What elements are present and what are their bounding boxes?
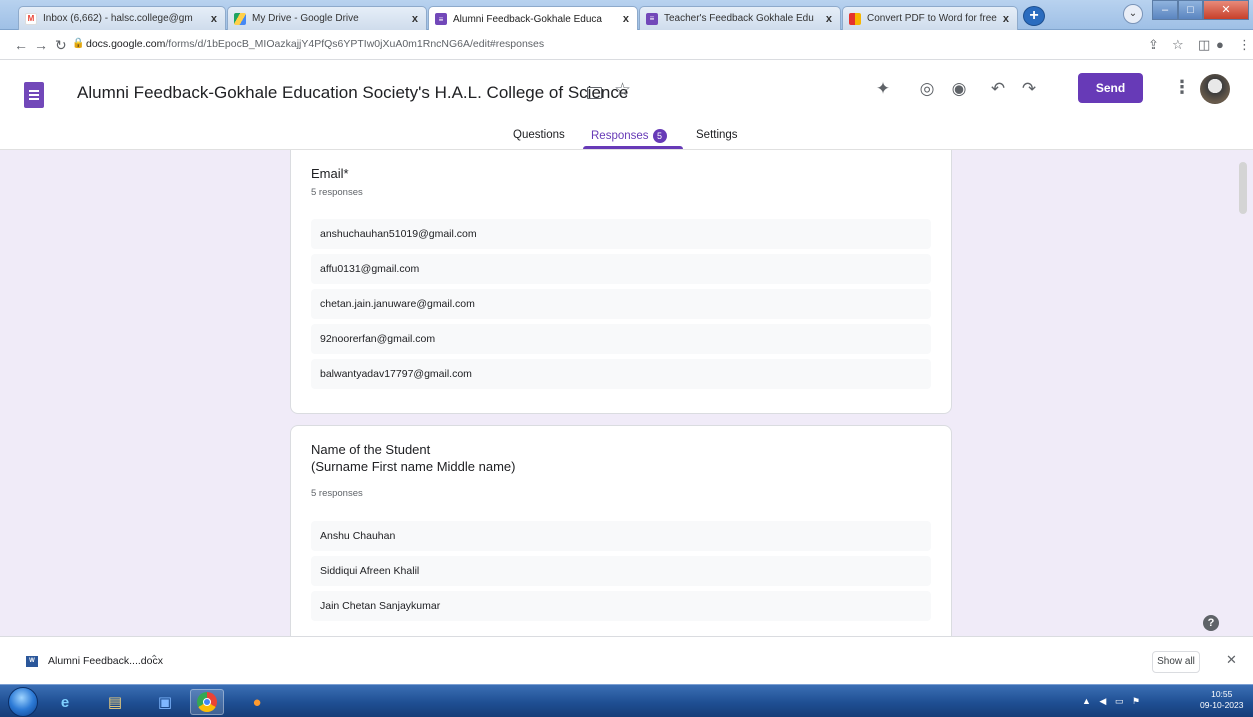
- tab-label: Inbox (6,662) - halsc.college@gm: [43, 13, 193, 24]
- tab-google-drive[interactable]: My Drive - Google Drive x: [227, 6, 427, 30]
- firefox-icon[interactable]: ●: [240, 689, 274, 715]
- gmail-icon: M: [25, 12, 37, 25]
- close-icon[interactable]: x: [211, 13, 217, 25]
- minimize-button[interactable]: –: [1152, 0, 1178, 20]
- tab-label: My Drive - Google Drive: [252, 13, 359, 24]
- tab-convert-pdf[interactable]: Convert PDF to Word for free | Sm x: [842, 6, 1018, 30]
- response-item: anshuchauhan51019@gmail.com: [311, 219, 931, 249]
- system-clock[interactable]: 10:55 09-10-2023: [1200, 689, 1243, 711]
- response-item: 92noorerfan@gmail.com: [311, 324, 931, 354]
- download-file-name[interactable]: Alumni Feedback....docx: [48, 655, 163, 667]
- tab-responses[interactable]: Responses 5: [591, 129, 667, 143]
- close-icon[interactable]: x: [1003, 13, 1009, 25]
- send-button[interactable]: Send: [1078, 73, 1143, 103]
- responses-area[interactable]: Email* 5 responses anshuchauhan51019@gma…: [0, 150, 1253, 636]
- tab-alumni-feedback[interactable]: ≡ Alumni Feedback-Gokhale Educa x: [428, 6, 638, 31]
- drive-icon: [234, 12, 246, 25]
- chrome-icon[interactable]: [190, 689, 224, 715]
- scrollbar[interactable]: [1239, 162, 1247, 214]
- chevron-up-icon[interactable]: ⌃: [150, 654, 158, 665]
- maximize-button[interactable]: □: [1178, 0, 1203, 20]
- palette-icon[interactable]: ◎: [916, 79, 938, 99]
- url-path: /forms/d/1bEpocB_MIOazkajjY4PfQs6YPTIw0j…: [165, 38, 545, 50]
- close-icon[interactable]: x: [826, 13, 832, 25]
- back-icon[interactable]: ←: [14, 37, 28, 53]
- side-panel-icon[interactable]: ◫: [1198, 37, 1210, 53]
- smallpdf-icon: [849, 12, 861, 25]
- url-host: docs.google.com: [86, 38, 166, 50]
- response-count: 5 responses: [311, 488, 363, 499]
- avatar[interactable]: [1200, 74, 1230, 104]
- close-window-button[interactable]: ✕: [1203, 0, 1249, 20]
- form-tabs: Questions Responses 5 Settings: [0, 126, 1253, 150]
- tab-responses-label: Responses: [591, 130, 649, 143]
- response-item: affu0131@gmail.com: [311, 254, 931, 284]
- tab-label: Teacher's Feedback Gokhale Edu: [664, 13, 814, 24]
- question-title: Name of the Student: [311, 442, 431, 457]
- download-shelf: W Alumni Feedback....docx ⌃ Show all ✕: [0, 636, 1253, 684]
- redo-icon[interactable]: ↷: [1018, 79, 1040, 99]
- forms-header: Alumni Feedback-Gokhale Education Societ…: [0, 60, 1253, 150]
- question-card-student-name: Name of the Student (Surname First name …: [290, 425, 952, 636]
- browser-tab-strip: M Inbox (6,662) - halsc.college@gm x My …: [0, 0, 1253, 31]
- forms-icon: ≡: [435, 13, 447, 25]
- clock-time: 10:55: [1211, 689, 1233, 699]
- show-all-button[interactable]: Show all: [1152, 651, 1200, 673]
- response-count: 5 responses: [311, 187, 363, 198]
- word-document-icon: W: [26, 656, 38, 667]
- outlook-icon[interactable]: ▣: [148, 689, 182, 715]
- profile-icon[interactable]: ●: [1216, 37, 1224, 52]
- question-card-email: Email* 5 responses anshuchauhan51019@gma…: [290, 150, 952, 414]
- undo-icon[interactable]: ↶: [987, 79, 1009, 99]
- tab-gmail[interactable]: M Inbox (6,662) - halsc.college@gm x: [18, 6, 226, 30]
- share-icon[interactable]: ⇪: [1148, 37, 1159, 53]
- more-options-icon[interactable]: ⋮: [1173, 77, 1191, 98]
- new-tab-button[interactable]: +: [1023, 6, 1045, 26]
- forward-icon[interactable]: →: [34, 37, 48, 53]
- responses-count-badge: 5: [652, 129, 667, 143]
- tab-settings[interactable]: Settings: [696, 129, 738, 141]
- response-item: Anshu Chauhan: [311, 521, 931, 551]
- response-item: balwantyadav17797@gmail.com: [311, 359, 931, 389]
- preview-eye-icon[interactable]: ◉: [948, 79, 970, 99]
- internet-explorer-icon[interactable]: e: [48, 689, 82, 715]
- lock-icon[interactable]: 🔒: [72, 38, 84, 49]
- tab-label: Convert PDF to Word for free | Sm: [867, 13, 997, 24]
- close-icon[interactable]: x: [623, 13, 629, 25]
- tab-teachers-feedback[interactable]: ≡ Teacher's Feedback Gokhale Edu x: [639, 6, 841, 30]
- form-title[interactable]: Alumni Feedback-Gokhale Education Societ…: [77, 83, 628, 103]
- tab-search-icon[interactable]: ⌄: [1123, 4, 1143, 24]
- file-explorer-icon[interactable]: ▤: [98, 689, 132, 715]
- response-item: chetan.jain.januware@gmail.com: [311, 289, 931, 319]
- question-subtitle: (Surname First name Middle name): [311, 459, 516, 474]
- system-tray-icons[interactable]: ▲ ◀ ▭ ⚑: [1082, 696, 1143, 707]
- bookmark-star-icon[interactable]: ☆: [1172, 37, 1184, 53]
- reload-icon[interactable]: ↻: [55, 37, 67, 54]
- close-icon[interactable]: ✕: [1226, 652, 1237, 668]
- folder-icon[interactable]: [587, 87, 602, 99]
- response-item: Jain Chetan Sanjaykumar: [311, 591, 931, 621]
- help-icon[interactable]: ?: [1203, 615, 1219, 631]
- customize-theme-icon[interactable]: ✦: [872, 79, 894, 99]
- question-title: Email*: [311, 166, 349, 181]
- menu-icon[interactable]: ⋮: [1238, 37, 1251, 53]
- response-item: Siddiqui Afreen Khalil: [311, 556, 931, 586]
- windows-taskbar: e ▤ ▣ ● ▲ ◀ ▭ ⚑ 10:55 09-10-2023: [0, 684, 1253, 717]
- google-forms-logo-icon[interactable]: [24, 82, 44, 108]
- tab-label: Alumni Feedback-Gokhale Educa: [453, 13, 602, 25]
- tab-questions[interactable]: Questions: [513, 129, 565, 141]
- url-field[interactable]: docs.google.com/forms/d/1bEpocB_MIOazkaj…: [86, 38, 544, 50]
- close-icon[interactable]: x: [412, 13, 418, 25]
- address-bar: ← → ↻ 🔒 docs.google.com/forms/d/1bEpocB_…: [0, 30, 1253, 60]
- active-tab-indicator: [583, 146, 683, 149]
- clock-date: 09-10-2023: [1200, 700, 1244, 710]
- forms-icon: ≡: [646, 12, 658, 25]
- star-icon[interactable]: ☆: [614, 79, 631, 102]
- start-button[interactable]: [8, 687, 38, 717]
